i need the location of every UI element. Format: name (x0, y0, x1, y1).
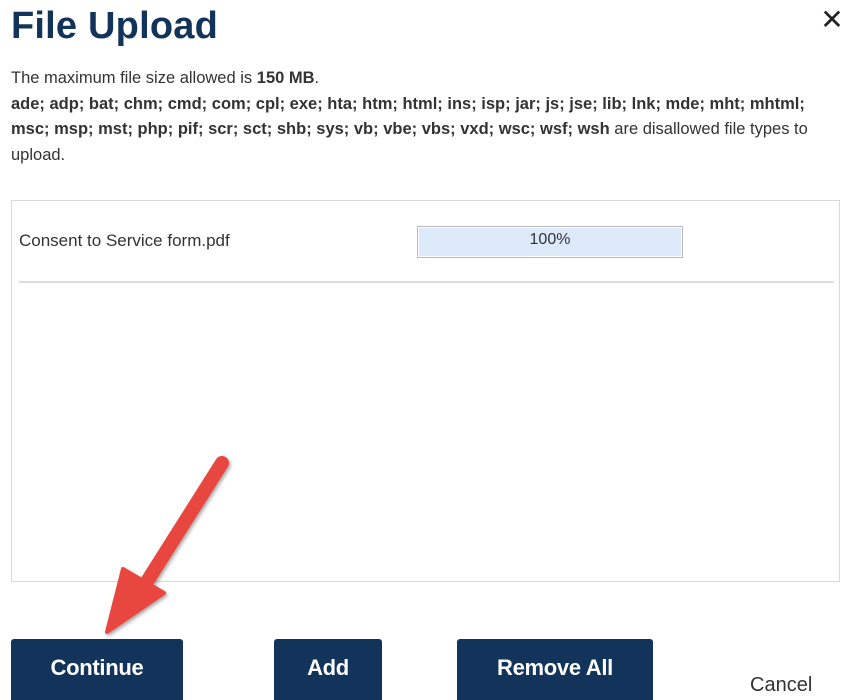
upload-progress-label: 100% (529, 231, 571, 248)
file-row: Consent to Service form.pdf 100% (19, 221, 834, 283)
dialog-title: File Upload (11, 5, 218, 47)
cancel-link[interactable]: Cancel (750, 674, 812, 697)
max-size-suffix: . (314, 69, 320, 87)
max-size-value: 150 MB (256, 69, 315, 87)
remove-all-button[interactable]: Remove All (457, 639, 653, 700)
max-size-prefix: The maximum file size allowed is (11, 69, 253, 87)
disallowed-types-text: ade; adp; bat; chm; cmd; com; cpl; exe; … (11, 92, 837, 169)
max-size-text: The maximum file size allowed is 150 MB. (11, 66, 837, 92)
file-name: Consent to Service form.pdf (19, 231, 230, 250)
close-icon[interactable]: ✕ (818, 6, 846, 34)
add-button[interactable]: Add (274, 639, 382, 700)
upload-file-list: Consent to Service form.pdf 100% (11, 200, 840, 582)
upload-info: The maximum file size allowed is 150 MB.… (11, 66, 837, 168)
continue-button[interactable]: Continue (11, 639, 183, 700)
upload-progress-bar: 100% (417, 226, 683, 258)
